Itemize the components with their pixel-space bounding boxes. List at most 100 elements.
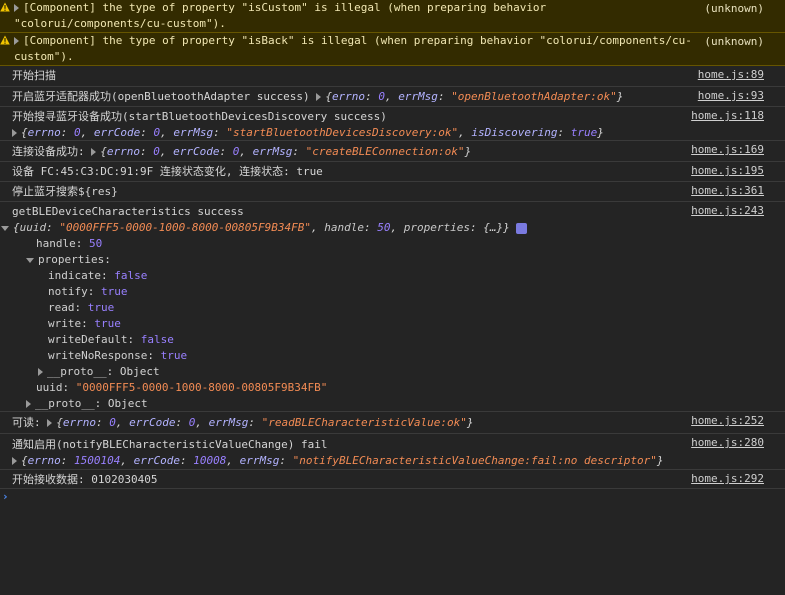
object-value: 0 [378, 90, 385, 103]
expand-triangle-icon[interactable] [91, 148, 97, 156]
log-text: 开始接收数据: 0102030405 [12, 473, 158, 486]
warning-text: [Component] the type of property "isBack… [23, 34, 692, 47]
log-row: 开始扫描 home.js:89 [0, 66, 785, 87]
source-link[interactable]: home.js:169 [691, 143, 764, 156]
log-row: 可读: {errno: 0, errCode: 0, errMsg: "read… [0, 412, 785, 434]
object-key: errCode [173, 145, 220, 158]
object-value: "startBluetoothDevicesDiscovery:ok" [226, 126, 459, 139]
log-text: 停止蓝牙搜索${res} [12, 185, 118, 198]
expand-triangle-icon[interactable] [316, 93, 322, 101]
object-value: Object [107, 397, 148, 410]
log-text: 开始扫描 [12, 69, 56, 82]
expand-triangle-icon[interactable] [38, 368, 43, 376]
expand-triangle-icon[interactable] [14, 37, 19, 45]
console-input[interactable]: › [0, 489, 785, 509]
object-value: "0000FFF5-0000-1000-8000-00805F9B34FB" [75, 381, 328, 394]
log-text: 连接设备成功: [12, 145, 92, 158]
object-key: read [48, 301, 75, 314]
object-value: true [87, 301, 115, 314]
log-row: getBLEDeviceCharacteristics success {uui… [0, 202, 785, 412]
object-key: writeNoResponse [48, 349, 148, 362]
object-value: 50 [89, 237, 103, 250]
object-value: 0 [153, 145, 160, 158]
source-link[interactable]: home.js:118 [691, 109, 764, 122]
source-link[interactable]: home.js:361 [691, 184, 764, 197]
log-row: 停止蓝牙搜索${res} home.js:361 [0, 182, 785, 202]
log-text: 开启蓝牙适配器成功(openBluetoothAdapter success) [12, 90, 317, 103]
source-link[interactable]: home.js:280 [691, 436, 764, 449]
object-key: isDiscovering [471, 126, 558, 139]
expand-triangle-icon[interactable] [14, 4, 19, 12]
source-link[interactable]: home.js:243 [691, 204, 764, 217]
log-text: getBLEDeviceCharacteristics success [12, 205, 244, 218]
collapse-triangle-icon[interactable] [26, 257, 34, 263]
object-value: 0 [109, 416, 116, 429]
log-text: 通知启用(notifyBLECharacteristicValueChange)… [12, 438, 328, 451]
object-key: properties [38, 253, 105, 266]
object-value: {…} [483, 221, 504, 234]
object-value: false [114, 269, 148, 282]
object-key: errMsg [252, 145, 293, 158]
object-key: __proto__ [47, 365, 107, 378]
object-value: 0 [153, 126, 161, 139]
object-value: 0 [188, 416, 196, 429]
object-value: Object [119, 365, 160, 378]
info-icon[interactable] [515, 222, 527, 234]
object-key: __proto__ [35, 397, 95, 410]
object-key: properties [403, 221, 471, 234]
expand-triangle-icon[interactable] [12, 129, 17, 137]
object-value: true [570, 126, 598, 139]
object-value: "0000FFF5-0000-1000-8000-00805F9B34FB" [59, 221, 312, 234]
log-row: 连接设备成功: {errno: 0, errCode: 0, errMsg: "… [0, 141, 785, 162]
warning-row: [Component] the type of property "isBack… [0, 33, 785, 66]
object-key: errMsg [173, 126, 214, 139]
devtools-console: [Component] the type of property "isCust… [0, 0, 785, 595]
object-value: "openBluetoothAdapter:ok" [451, 90, 617, 103]
object-key: writeDefault [48, 333, 128, 346]
object-key: errno [106, 145, 140, 158]
object-key: uuid [36, 381, 63, 394]
object-key: notify [48, 285, 88, 298]
object-key: write [48, 317, 82, 330]
object-key: errno [27, 454, 61, 467]
expand-triangle-icon[interactable] [26, 400, 31, 408]
object-key: uuid [19, 221, 47, 234]
warning-text: [Component] the type of property "isCust… [23, 1, 547, 14]
object-value: 50 [377, 221, 391, 234]
expand-triangle-icon[interactable] [12, 457, 17, 465]
warning-text-cont: "colorui/components/cu-custom"). [14, 17, 226, 30]
log-text: 可读: [12, 416, 48, 429]
object-value: false [140, 333, 174, 346]
object-key: handle [36, 237, 76, 250]
source-link: (unknown) [704, 2, 764, 15]
source-link[interactable]: home.js:89 [698, 68, 764, 81]
object-key: errCode [129, 416, 176, 429]
object-value: "createBLEConnection:ok" [305, 145, 465, 158]
brace: { [325, 90, 332, 103]
object-key: errMsg [239, 454, 280, 467]
warning-row: [Component] the type of property "isCust… [0, 0, 785, 33]
source-link[interactable]: home.js:93 [698, 89, 764, 102]
source-link[interactable]: home.js:292 [691, 472, 764, 485]
warning-icon [0, 2, 10, 12]
object-key: errCode [93, 126, 141, 139]
object-key: handle [324, 221, 365, 234]
object-key: errno [27, 126, 61, 139]
object-value: 0 [232, 145, 240, 158]
object-key: errMsg [398, 90, 438, 103]
source-link[interactable]: home.js:195 [691, 164, 764, 177]
log-row: 开始搜寻蓝牙设备成功(startBluetoothDevicesDiscover… [0, 107, 785, 141]
source-link[interactable]: home.js:252 [691, 414, 764, 427]
collapse-triangle-icon[interactable] [1, 225, 9, 231]
log-row: 通知启用(notifyBLECharacteristicValueChange)… [0, 434, 785, 470]
object-key: errno [331, 90, 366, 103]
warning-icon [0, 35, 10, 45]
object-value: true [94, 317, 121, 330]
log-text: 开始搜寻蓝牙设备成功(startBluetoothDevicesDiscover… [12, 110, 387, 123]
expand-triangle-icon[interactable] [47, 419, 53, 427]
warning-text-cont: custom"). [14, 50, 74, 63]
source-link: (unknown) [704, 35, 764, 48]
object-key: indicate [48, 269, 101, 282]
object-value: "readBLECharacteristicValue:ok" [261, 416, 467, 429]
log-row: 开始接收数据: 0102030405 home.js:292 [0, 470, 785, 489]
